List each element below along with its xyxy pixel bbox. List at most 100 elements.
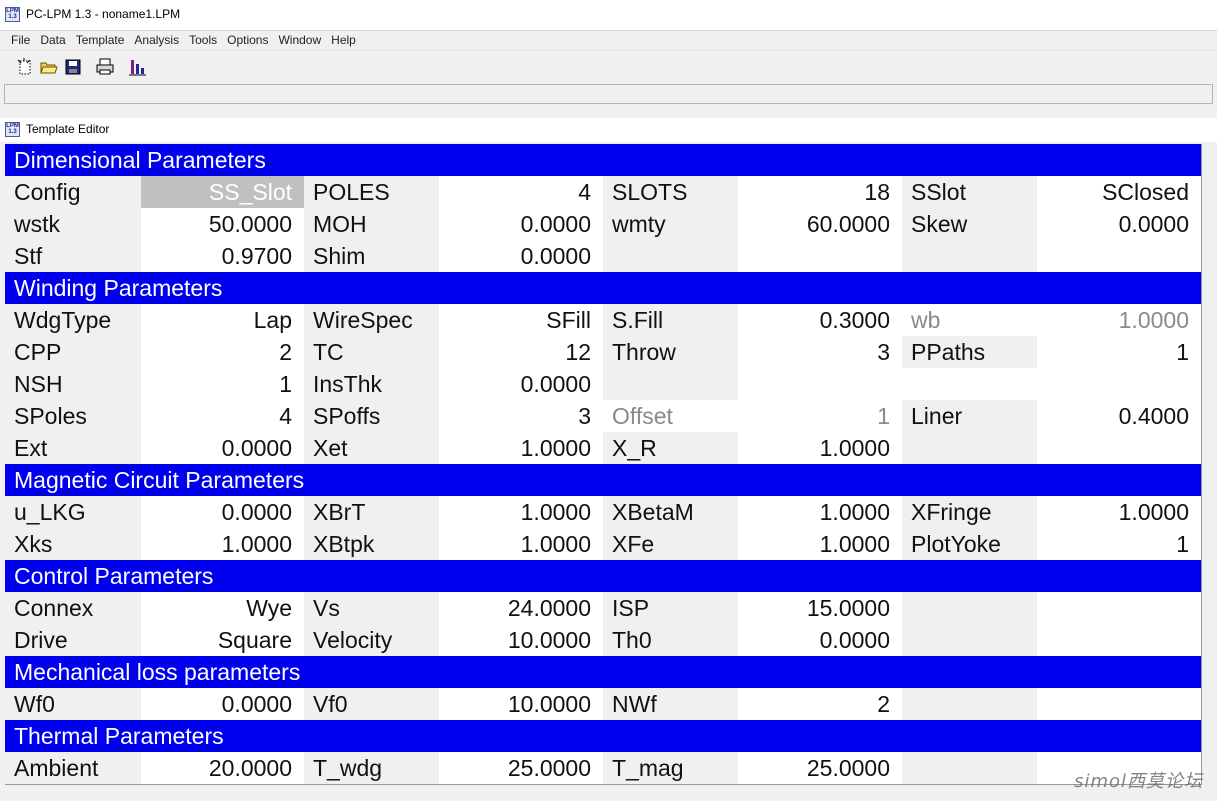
param-value[interactable]: 24.0000	[439, 592, 603, 624]
menu-window[interactable]: Window	[273, 32, 326, 49]
param-value[interactable]: 15.0000	[738, 592, 902, 624]
param-value[interactable]: 0.4000	[1037, 400, 1201, 432]
param-value[interactable]: SFill	[439, 304, 603, 336]
empty-cell	[902, 240, 1037, 272]
param-value[interactable]: 3	[738, 336, 902, 368]
param-value[interactable]: 25.0000	[439, 752, 603, 784]
empty-cell	[1037, 368, 1201, 400]
param-value[interactable]: 0.0000	[141, 432, 304, 464]
open-folder-icon[interactable]	[39, 57, 59, 77]
param-value-config[interactable]: SS_Slot	[141, 176, 304, 208]
param-label: Connex	[5, 592, 141, 624]
param-value[interactable]: 1.0000	[141, 528, 304, 560]
param-value[interactable]: 1	[1037, 528, 1201, 560]
chart-icon[interactable]	[127, 57, 147, 77]
param-label: SPoles	[5, 400, 141, 432]
param-label: Xet	[304, 432, 439, 464]
param-label: Shim	[304, 240, 439, 272]
param-value[interactable]: 1.0000	[738, 432, 902, 464]
section-header-magnetic: Magnetic Circuit Parameters	[5, 464, 1201, 496]
param-label: XBetaM	[603, 496, 738, 528]
param-value[interactable]: 0.9700	[141, 240, 304, 272]
empty-cell	[1037, 240, 1201, 272]
param-value[interactable]: 12	[439, 336, 603, 368]
param-value[interactable]: 60.0000	[738, 208, 902, 240]
save-disk-icon[interactable]	[63, 57, 83, 77]
param-value[interactable]: 2	[738, 688, 902, 720]
param-value[interactable]: 1.0000	[439, 496, 603, 528]
param-value[interactable]: SClosed	[1037, 176, 1201, 208]
param-label: POLES	[304, 176, 439, 208]
section-header-dimensional: Dimensional Parameters	[5, 144, 1201, 176]
param-value[interactable]: 1.0000	[738, 496, 902, 528]
param-value[interactable]: 0.0000	[439, 240, 603, 272]
param-label: SLOTS	[603, 176, 738, 208]
menu-analysis[interactable]: Analysis	[129, 32, 184, 49]
param-row: CPP 2 TC 12 Throw 3 PPaths 1	[5, 336, 1201, 368]
param-value[interactable]: 0.0000	[439, 368, 603, 400]
param-row: Config SS_Slot POLES 4 SLOTS 18 SSlot SC…	[5, 176, 1201, 208]
param-value[interactable]: 1.0000	[439, 528, 603, 560]
param-label: CPP	[5, 336, 141, 368]
param-value[interactable]: 1.0000	[1037, 496, 1201, 528]
param-label: Drive	[5, 624, 141, 656]
template-editor-grid: Dimensional Parameters Config SS_Slot PO…	[5, 144, 1202, 785]
param-value[interactable]: 0.3000	[738, 304, 902, 336]
param-row: Stf 0.9700 Shim 0.0000	[5, 240, 1201, 272]
param-row: Ext 0.0000 Xet 1.0000 X_R 1.0000	[5, 432, 1201, 464]
param-label: T_wdg	[304, 752, 439, 784]
param-value[interactable]: 0.0000	[738, 624, 902, 656]
print-icon[interactable]	[95, 57, 115, 77]
param-label: Vf0	[304, 688, 439, 720]
param-value[interactable]: 2	[141, 336, 304, 368]
param-value-disabled: 1.0000	[1037, 304, 1201, 336]
menu-data[interactable]: Data	[35, 32, 70, 49]
param-label: Xks	[5, 528, 141, 560]
param-value[interactable]: 0.0000	[439, 208, 603, 240]
param-label: Ambient	[5, 752, 141, 784]
param-value[interactable]: 3	[439, 400, 603, 432]
param-label-disabled: wb	[902, 304, 1037, 336]
param-value[interactable]: Wye	[141, 592, 304, 624]
section-header-mechanical: Mechanical loss parameters	[5, 656, 1201, 688]
param-label: wmty	[603, 208, 738, 240]
param-label: WdgType	[5, 304, 141, 336]
param-value[interactable]: 1.0000	[439, 432, 603, 464]
param-value[interactable]: 1	[1037, 336, 1201, 368]
param-value[interactable]: 0.0000	[141, 688, 304, 720]
empty-cell	[902, 752, 1037, 784]
param-value[interactable]: 1.0000	[738, 528, 902, 560]
empty-cell	[902, 432, 1037, 464]
param-value[interactable]: 25.0000	[738, 752, 902, 784]
param-value[interactable]: 20.0000	[141, 752, 304, 784]
menu-bar: File Data Template Analysis Tools Options Wind…	[0, 31, 1217, 51]
param-value[interactable]: 4	[439, 176, 603, 208]
new-document-icon[interactable]	[15, 57, 35, 77]
param-label: ISP	[603, 592, 738, 624]
param-row: wstk 50.0000 MOH 0.0000 wmty 60.0000 Ske…	[5, 208, 1201, 240]
param-value[interactable]: Lap	[141, 304, 304, 336]
param-value[interactable]: 0.0000	[141, 496, 304, 528]
param-value[interactable]: 18	[738, 176, 902, 208]
menu-file[interactable]: File	[6, 32, 35, 49]
param-value[interactable]: 4	[141, 400, 304, 432]
menu-options[interactable]: Options	[222, 32, 273, 49]
child-window-icon[interactable]: LPM 1.3	[5, 122, 20, 137]
param-value[interactable]: 0.0000	[1037, 208, 1201, 240]
param-label: X_R	[603, 432, 738, 464]
empty-cell	[1037, 432, 1201, 464]
empty-cell	[603, 240, 738, 272]
menu-help[interactable]: Help	[326, 32, 361, 49]
app-icon[interactable]: LPM 1.3	[5, 7, 20, 22]
menu-template[interactable]: Template	[71, 32, 130, 49]
param-label: Config	[5, 176, 141, 208]
param-value[interactable]: 1	[141, 368, 304, 400]
param-value[interactable]: 10.0000	[439, 688, 603, 720]
param-value[interactable]: Square	[141, 624, 304, 656]
param-value[interactable]: 50.0000	[141, 208, 304, 240]
menu-tools[interactable]: Tools	[184, 32, 222, 49]
param-label: XFringe	[902, 496, 1037, 528]
param-value[interactable]: 10.0000	[439, 624, 603, 656]
param-label: TC	[304, 336, 439, 368]
param-label: WireSpec	[304, 304, 439, 336]
